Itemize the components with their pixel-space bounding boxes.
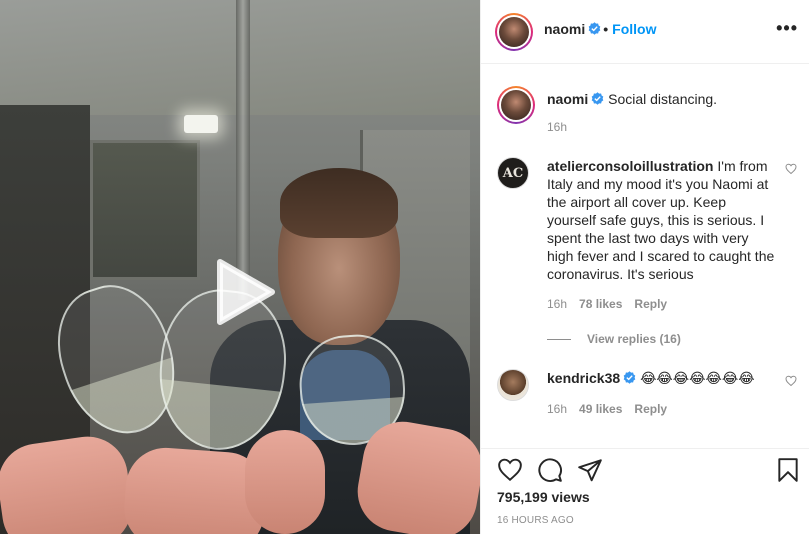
follow-button[interactable]: Follow [612,21,656,37]
heart-icon[interactable] [785,163,797,175]
avatar[interactable] [497,86,535,124]
comment-text-block: kendrick38 😂😂😂😂😂😂😂 [547,369,777,388]
view-replies-button[interactable]: View replies (16) [547,332,681,346]
reply-button[interactable]: Reply [634,402,667,416]
avatar[interactable] [495,13,533,51]
comment: AC atelierconsoloillustration I'm from I… [497,157,797,311]
comment-icon[interactable] [537,457,563,483]
reply-button[interactable]: Reply [634,297,667,311]
username-link[interactable]: naomi [544,21,585,37]
username-link[interactable]: kendrick38 [547,370,620,386]
verified-badge-icon [591,92,604,105]
header-user: naomi • Follow [544,21,656,37]
verified-badge-icon [588,22,601,35]
comment-age[interactable]: 16h [547,297,567,311]
post-timestamp[interactable]: 16 HOURS AGO [497,515,574,526]
video-ceiling-light [184,115,218,133]
comment-likes[interactable]: 78 likes [579,297,622,311]
caption-meta: 16h [547,120,797,134]
comment: kendrick38 😂😂😂😂😂😂😂 16h 49 likes Reply [497,369,797,416]
video-person-hair [280,168,398,238]
video-pole [236,0,250,300]
verified-badge-icon [623,371,636,384]
comments-list: naomi Social distancing. 16h AC atelierc… [481,64,809,448]
caption-text-block: naomi Social distancing. [547,86,777,108]
action-bar: 795,199 views 16 HOURS AGO [481,448,809,534]
caption: naomi Social distancing. 16h [497,86,797,134]
heart-icon[interactable] [497,457,523,483]
comment-text-block: atelierconsoloillustration I'm from Ital… [547,157,777,283]
comment-meta: 16h 78 likes Reply [547,297,797,311]
separator: • [603,21,609,37]
heart-icon[interactable] [785,375,797,387]
share-icon[interactable] [577,457,603,483]
view-replies-label: View replies (16) [587,332,681,346]
bookmark-icon[interactable] [775,457,801,483]
comment-text: I'm from Italy and my mood it's you Naom… [547,158,775,282]
comment-text: 😂😂😂😂😂😂😂 [640,371,755,387]
more-icon[interactable]: ••• [776,18,798,39]
video-window [90,140,200,280]
view-count[interactable]: 795,199 views [497,489,590,505]
comment-likes[interactable]: 49 likes [579,402,622,416]
caption-text: Social distancing. [608,91,718,107]
post-side-panel: naomi • Follow ••• naomi Social distancing… [480,0,809,534]
username-link[interactable]: naomi [547,91,588,107]
play-icon[interactable] [210,258,278,326]
post-video[interactable] [0,0,480,534]
hand [0,431,138,534]
hand [245,430,325,534]
comment-age[interactable]: 16h [547,402,567,416]
comment-meta: 16h 49 likes Reply [547,402,797,416]
post-header: naomi • Follow ••• [481,0,809,64]
avatar[interactable]: AC [497,157,529,189]
caption-age[interactable]: 16h [547,120,567,134]
avatar[interactable] [497,369,529,401]
divider [547,339,571,341]
username-link[interactable]: atelierconsoloillustration [547,158,713,174]
